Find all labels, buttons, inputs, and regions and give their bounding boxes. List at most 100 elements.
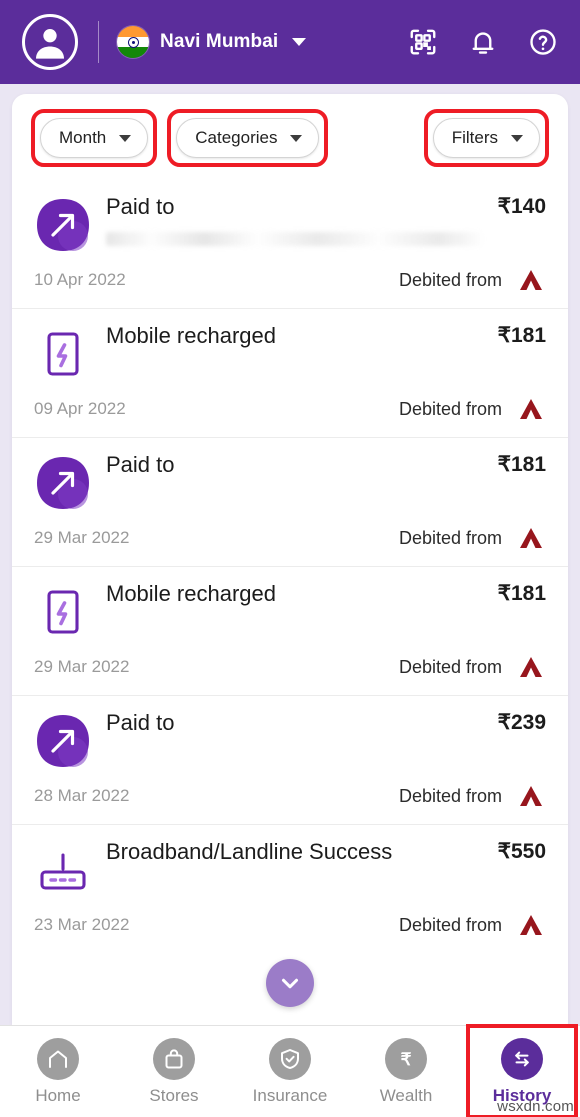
watermark: wsxdn.com — [497, 1098, 574, 1115]
transaction-source-label: Debited from — [398, 527, 502, 548]
transaction-title: Mobile recharged — [106, 323, 276, 348]
scroll-down-button[interactable] — [266, 959, 314, 1007]
rupee-icon: ₹ — [401, 1050, 412, 1069]
india-flag-icon — [117, 26, 149, 58]
nav-label-wealth: Wealth — [379, 1085, 433, 1105]
nav-label-home: Home — [35, 1085, 81, 1105]
transaction-source-label: Debited from — [398, 785, 502, 806]
categories-filter-button[interactable]: Categories — [176, 118, 320, 158]
transaction-source: Debited from — [399, 913, 546, 937]
table-row[interactable]: Paid to ₹140 10 Apr 2022 Debited from — [12, 180, 568, 308]
axis-bank-logo — [520, 657, 542, 677]
bottom-navigation: Home Stores Insurance ₹ Wealth History w… — [0, 1024, 580, 1117]
nav-label-stores: Stores — [149, 1085, 199, 1105]
chevron-down-icon — [119, 134, 132, 142]
transaction-title: Broadband/Landline Success — [106, 839, 393, 864]
transaction-amount: ₹140 — [497, 195, 546, 218]
home-icon — [49, 1050, 67, 1068]
table-row[interactable]: Broadband/Landline Success ₹550 23 Mar 2… — [12, 824, 568, 953]
transaction-subtitle-redacted — [106, 232, 484, 246]
table-row[interactable]: Mobile recharged ₹181 29 Mar 2022 Debite… — [12, 566, 568, 695]
transaction-source-label: Debited from — [398, 269, 502, 290]
transaction-source-label: Debited from — [398, 398, 502, 419]
transaction-title: Paid to — [106, 452, 175, 477]
app-header: Navi Mumbai — [0, 0, 580, 84]
nav-item-home[interactable]: Home — [0, 1026, 116, 1117]
nav-icon-wrap: ₹ — [385, 1037, 427, 1080]
help-icon[interactable] — [528, 27, 558, 57]
svg-text:₹: ₹ — [401, 1050, 412, 1069]
transaction-date: 29 Mar 2022 — [34, 528, 130, 547]
month-filter-button[interactable]: Month — [40, 118, 149, 158]
nav-icon-wrap — [37, 1037, 79, 1080]
month-filter-label: Month — [59, 128, 107, 147]
exchange-arrows-icon — [515, 1051, 529, 1066]
arrow-up-right-icon — [34, 454, 92, 512]
transaction-source: Debited from — [399, 526, 546, 550]
transaction-source: Debited from — [399, 784, 546, 808]
shield-check-icon — [281, 1048, 299, 1069]
chevron-down-icon — [511, 134, 523, 142]
transaction-source: Debited from — [399, 397, 546, 421]
nav-icon-wrap — [153, 1037, 195, 1080]
transaction-date: 29 Mar 2022 — [34, 657, 130, 676]
location-selector[interactable]: Navi Mumbai — [117, 26, 307, 58]
chevron-down-icon — [290, 134, 303, 142]
axis-bank-logo — [520, 270, 542, 290]
nav-icon-wrap — [269, 1037, 311, 1080]
location-label: Navi Mumbai — [160, 31, 279, 52]
nav-item-insurance[interactable]: Insurance — [232, 1026, 348, 1117]
user-avatar[interactable] — [22, 14, 78, 70]
transaction-title: Paid to — [106, 710, 175, 735]
transaction-date: 28 Mar 2022 — [34, 786, 130, 805]
chevron-down-icon — [281, 978, 299, 989]
transaction-source-label: Debited from — [398, 914, 502, 935]
router-icon — [34, 841, 92, 899]
transaction-source: Debited from — [399, 655, 546, 679]
categories-filter-annotation: Categories — [167, 109, 329, 167]
transaction-list: Paid to ₹140 10 Apr 2022 Debited from Mo… — [12, 180, 568, 953]
table-row[interactable]: Mobile recharged ₹181 09 Apr 2022 Debite… — [12, 308, 568, 437]
qr-scan-icon[interactable] — [408, 27, 438, 57]
transaction-title: Mobile recharged — [106, 581, 276, 606]
axis-bank-logo — [520, 786, 542, 806]
transaction-date: 10 Apr 2022 — [34, 270, 126, 289]
mobile-recharge-icon — [34, 583, 92, 641]
bell-icon[interactable] — [468, 27, 498, 57]
filters-button-label: Filters — [451, 128, 498, 147]
nav-item-stores[interactable]: Stores — [116, 1026, 232, 1117]
transaction-title: Paid to — [106, 194, 175, 219]
nav-icon-wrap — [501, 1037, 543, 1080]
transaction-date: 23 Mar 2022 — [34, 915, 130, 934]
mobile-recharge-icon — [34, 325, 92, 383]
transaction-source-label: Debited from — [398, 656, 502, 677]
arrow-up-right-icon — [34, 712, 92, 770]
header-divider — [98, 21, 99, 63]
history-card: Month Categories Filters Paid to ₹140 10… — [12, 94, 568, 1025]
user-avatar-icon — [36, 29, 64, 59]
transaction-amount: ₹239 — [497, 711, 546, 734]
transaction-source: Debited from — [399, 268, 546, 292]
arrow-up-right-icon — [34, 196, 92, 254]
header-actions — [408, 27, 558, 57]
nav-item-wealth[interactable]: ₹ Wealth — [348, 1026, 464, 1117]
month-filter-annotation: Month — [30, 109, 158, 167]
filters-button-annotation: Filters — [423, 109, 550, 167]
filter-bar: Month Categories Filters — [12, 94, 568, 180]
table-row[interactable]: Paid to ₹239 28 Mar 2022 Debited from — [12, 695, 568, 824]
content-area: Month Categories Filters Paid to ₹140 10… — [0, 84, 580, 1025]
transaction-date: 09 Apr 2022 — [34, 399, 126, 418]
filters-button[interactable]: Filters — [432, 118, 540, 158]
transaction-amount: ₹181 — [497, 453, 546, 476]
nav-label-insurance: Insurance — [252, 1085, 328, 1105]
phonepe-history-screen: Navi Mumbai Month Categories Filters Pai… — [0, 0, 580, 1117]
transaction-amount: ₹550 — [497, 840, 546, 863]
axis-bank-logo — [520, 915, 542, 935]
categories-filter-label: Categories — [195, 128, 278, 147]
transaction-amount: ₹181 — [497, 324, 546, 347]
chevron-down-icon — [292, 38, 307, 46]
transaction-amount: ₹181 — [497, 582, 546, 605]
table-row[interactable]: Paid to ₹181 29 Mar 2022 Debited from — [12, 437, 568, 566]
axis-bank-logo — [520, 528, 542, 548]
store-bag-icon — [165, 1048, 183, 1068]
